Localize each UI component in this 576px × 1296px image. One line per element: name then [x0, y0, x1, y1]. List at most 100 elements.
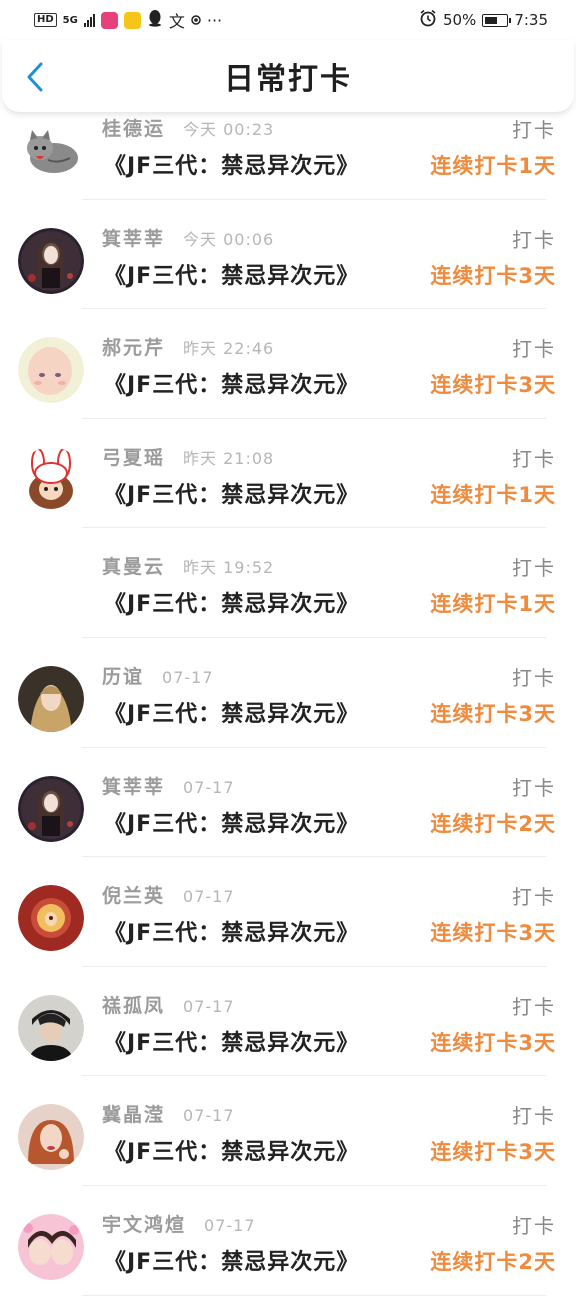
list-item[interactable]: 禚孤凤 07-17 《JF三代：禁忌异次元》 打卡 连续打卡3天 [0, 967, 576, 1077]
divider [82, 1294, 546, 1296]
more-icon: ··· [206, 10, 223, 30]
avatar[interactable] [18, 994, 84, 1061]
hd-icon: HD [34, 13, 57, 27]
course-title: 《JF三代：禁忌异次元》 [104, 811, 360, 837]
avatar[interactable] [18, 227, 84, 294]
qq-icon [147, 9, 163, 31]
user-name: 郝元芹 [102, 337, 166, 360]
text-icon: 文 [168, 12, 185, 31]
course-title: 《JF三代：禁忌异次元》 [104, 1030, 360, 1056]
avatar[interactable] [18, 885, 84, 952]
battery-icon [482, 13, 512, 27]
avatar[interactable] [18, 337, 84, 404]
streak-text: 连续打卡3天 [430, 1140, 556, 1165]
course-title: 《JF三代：禁忌异次元》 [104, 1140, 360, 1166]
user-name: 箕莘莘 [102, 775, 166, 798]
dark-girl-avatar-icon [18, 775, 84, 842]
list-item[interactable]: 宇文鸿煊 07-17 《JF三代：禁忌异次元》 打卡连续打卡2天 [0, 1186, 576, 1296]
course-title: 《JF三代：禁忌异次元》 [104, 701, 360, 727]
list-item[interactable]: 历谊 07-17 《JF三代：禁忌异次元》 打卡连续打卡3天 [0, 638, 576, 748]
checkin-label: 打卡 [512, 446, 556, 471]
item-meta: 真曼云 昨天 19:52 [102, 552, 274, 579]
checkin-label: 打卡 [512, 1213, 556, 1238]
avatar[interactable] [18, 1104, 84, 1171]
red-record-avatar-icon [18, 885, 84, 952]
network-label: 5G [62, 14, 78, 26]
checkin-time: 07-17 [183, 777, 235, 797]
checkin-label: 打卡 [512, 994, 556, 1019]
dark-girl-avatar-icon [18, 227, 84, 294]
page-title: 日常打卡 [224, 62, 352, 97]
user-name: 历谊 [102, 665, 145, 688]
back-button[interactable] [20, 60, 50, 94]
streak-text: 连续打卡1天 [430, 592, 556, 617]
course-title: 《JF三代：禁忌异次元》 [104, 1249, 360, 1275]
user-name: 宇文鸿煊 [102, 1213, 187, 1236]
baby-avatar-icon [18, 337, 84, 404]
checkin-list: 桂德运 今天 00:23 《JF三代：禁忌异次元》 打卡 连续打卡1天 箕莘莘 今天 00:… [0, 90, 576, 1296]
avatar[interactable] [18, 1213, 84, 1280]
checkin-time: 07-17 [183, 887, 235, 907]
checkin-label: 打卡 [512, 556, 556, 581]
avatar[interactable] [18, 775, 84, 842]
user-name: 禚孤凤 [102, 994, 166, 1017]
streak-text: 连续打卡3天 [430, 701, 556, 726]
user-name: 弓夏瑶 [102, 446, 166, 469]
item-meta: 历谊 07-17 [102, 662, 214, 689]
list-item[interactable]: 真曼云 昨天 19:52 《JF三代：禁忌异次元》 打卡连续打卡1天 [0, 528, 576, 638]
streak-text: 连续打卡1天 [430, 154, 556, 178]
streak-text: 连续打卡3天 [430, 921, 556, 946]
clock-time: 7:35 [514, 11, 548, 29]
alarm-icon [419, 9, 437, 31]
checkin-label: 打卡 [512, 775, 556, 800]
checkin-label: 打卡 [512, 885, 556, 910]
list-item[interactable]: 箕莘莘 今天 00:06 《JF三代：禁忌异次元》 打卡 连续打卡3天 [0, 200, 576, 310]
course-title: 《JF三代：禁忌异次元》 [104, 482, 360, 508]
boy-avatar-icon [18, 994, 84, 1061]
list-item[interactable]: 郝元芹 昨天 22:46 《JF三代：禁忌异次元》 打卡 连续打卡3天 [0, 309, 576, 419]
list-item[interactable]: 箕莘莘 07-17 《JF三代：禁忌异次元》 打卡连续打卡2天 [0, 748, 576, 858]
checkin-time: 07-17 [162, 667, 214, 687]
avatar[interactable] [18, 446, 84, 513]
user-name: 倪兰英 [102, 885, 166, 908]
blonde-avatar-icon [18, 665, 84, 732]
checkin-label: 打卡 [512, 337, 556, 362]
list-item[interactable]: 弓夏瑶 昨天 21:08 《JF三代：禁忌异次元》 打卡 连续打卡1天 [0, 419, 576, 529]
item-meta: 冀晶滢 07-17 [102, 1100, 235, 1127]
streak-text: 连续打卡3天 [430, 263, 556, 288]
streak-text: 连续打卡2天 [430, 811, 556, 836]
avatar[interactable] [18, 556, 84, 623]
checkin-time: 昨天 22:46 [183, 339, 275, 359]
battery-percent: 50% [442, 11, 477, 29]
checkin-time: 昨天 19:52 [183, 558, 275, 578]
item-meta: 箕莘莘 07-17 [102, 772, 235, 799]
bunny-avatar-icon [18, 446, 84, 513]
status-bar-right: 50% 7:35 [419, 9, 548, 31]
course-title: 《JF三代：禁忌异次元》 [104, 592, 360, 618]
item-meta: 郝元芹 昨天 22:46 [102, 333, 274, 360]
item-meta: 宇文鸿煊 07-17 [102, 1210, 256, 1237]
checkin-label: 打卡 [512, 1104, 556, 1129]
user-name: 箕莘莘 [102, 227, 166, 250]
checkin-time: 今天 00:23 [183, 120, 275, 139]
app-icon-pink [100, 11, 118, 29]
streak-text: 连续打卡3天 [430, 1030, 556, 1055]
streak-text: 连续打卡2天 [430, 1249, 556, 1274]
checkin-label: 打卡 [512, 665, 556, 690]
cat-avatar-icon [18, 118, 84, 184]
course-title: 《JF三代：禁忌异次元》 [104, 921, 360, 947]
redhead-avatar-icon [18, 1104, 84, 1171]
checkin-time: 07-17 [183, 1106, 235, 1126]
avatar[interactable] [18, 118, 84, 184]
dot-icon [191, 11, 201, 29]
course-title: 《JF三代：禁忌异次元》 [104, 373, 360, 399]
list-item[interactable]: 倪兰英 07-17 《JF三代：禁忌异次元》 打卡连续打卡3天 [0, 857, 576, 967]
checkin-time: 昨天 21:08 [183, 448, 275, 468]
user-name: 冀晶滢 [102, 1104, 166, 1127]
avatar[interactable] [18, 665, 84, 732]
list-item[interactable]: 冀晶滢 07-17 《JF三代：禁忌异次元》 打卡连续打卡3天 [0, 1076, 576, 1186]
status-bar: HD 5G 文 ··· 50% 7:35 [0, 0, 576, 40]
item-meta: 倪兰英 07-17 [102, 881, 235, 908]
blank-avatar-icon [18, 556, 84, 623]
checkin-time: 今天 00:06 [183, 229, 275, 249]
